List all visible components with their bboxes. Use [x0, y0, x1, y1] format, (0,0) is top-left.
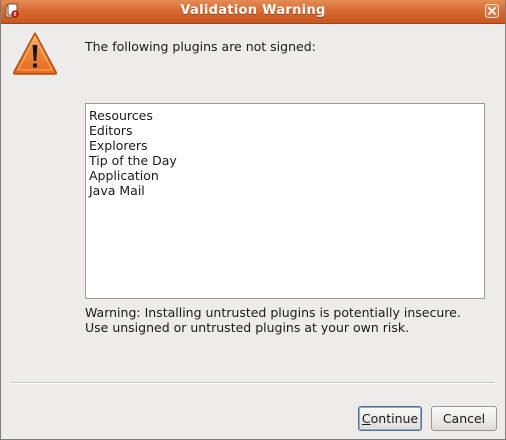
separator	[11, 382, 495, 384]
cancel-button[interactable]: Cancel	[431, 406, 497, 431]
list-item[interactable]: Editors	[89, 123, 481, 138]
plugin-list[interactable]: Resources Editors Explorers Tip of the D…	[85, 103, 485, 299]
continue-mnemonic: C	[361, 411, 371, 426]
list-item[interactable]: Tip of the Day	[89, 153, 481, 168]
header-message: The following plugins are not signed:	[85, 39, 316, 54]
warning-line-2: Use unsigned or untrusted plugins at you…	[85, 320, 410, 335]
list-item[interactable]: Explorers	[89, 138, 481, 153]
continue-button[interactable]: Continue	[358, 406, 422, 431]
warning-line-1: Warning: Installing untrusted plugins is…	[85, 305, 461, 320]
list-item[interactable]: Java Mail	[89, 183, 481, 198]
title-bar[interactable]: Validation Warning	[1, 0, 505, 24]
continue-label: ontinue	[370, 411, 419, 426]
dialog-window: Validation Warning The following plugins…	[0, 0, 506, 440]
warning-triangle-icon	[11, 30, 59, 76]
window-title: Validation Warning	[180, 3, 326, 18]
list-item[interactable]: Resources	[89, 108, 481, 123]
close-icon[interactable]	[485, 4, 499, 18]
warning-message: Warning: Installing untrusted plugins is…	[85, 305, 461, 335]
list-item[interactable]: Application	[89, 168, 481, 183]
